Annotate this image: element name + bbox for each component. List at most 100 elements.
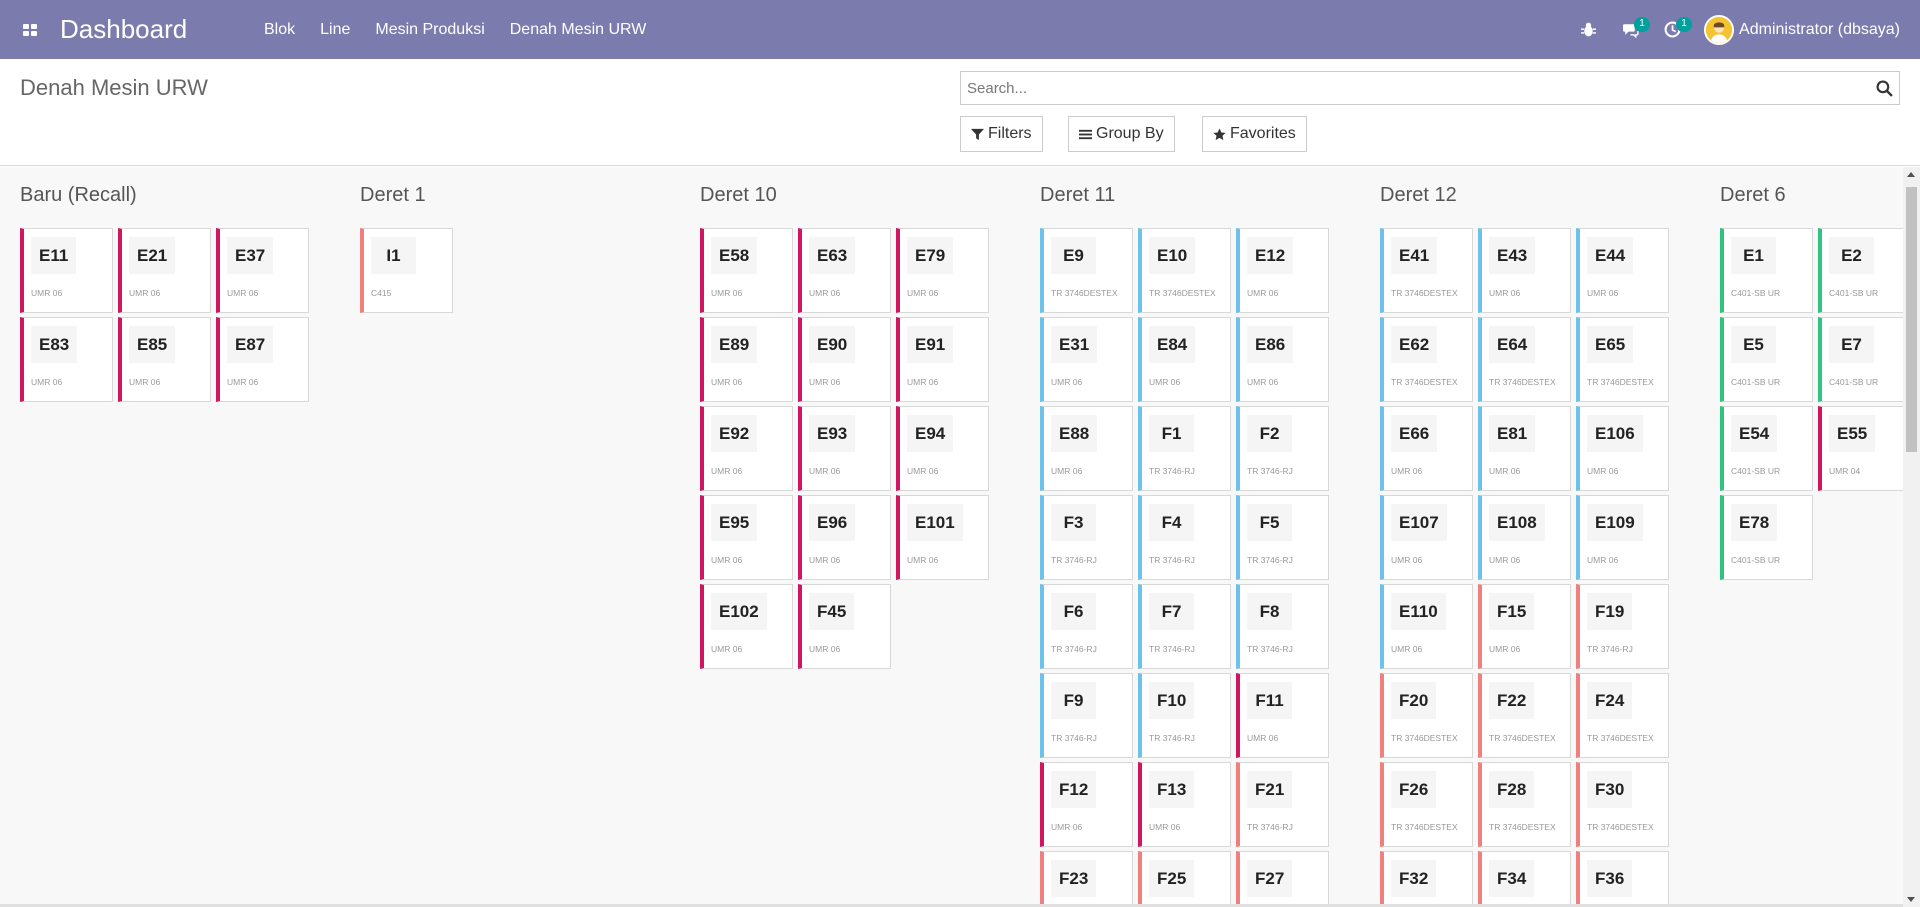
- machine-card[interactable]: E64 TR 3746DESTEX: [1478, 317, 1571, 402]
- machine-card[interactable]: E101 UMR 06: [896, 495, 989, 580]
- machine-card[interactable]: F19 TR 3746-RJ: [1576, 584, 1669, 669]
- scroll-up-arrow[interactable]: [1907, 172, 1915, 177]
- machine-card[interactable]: E44 UMR 06: [1576, 228, 1669, 313]
- machine-card[interactable]: F15 UMR 06: [1478, 584, 1571, 669]
- column-title[interactable]: Deret 10: [700, 184, 777, 207]
- group-by-button[interactable]: Group By: [1068, 116, 1175, 152]
- machine-card[interactable]: F32: [1380, 851, 1473, 907]
- page-title[interactable]: Denah Mesin URW: [20, 75, 208, 101]
- machine-card[interactable]: E43 UMR 06: [1478, 228, 1571, 313]
- machine-card[interactable]: E65 TR 3746DESTEX: [1576, 317, 1669, 402]
- machine-card[interactable]: I1 C415: [360, 228, 453, 313]
- machine-card[interactable]: E110 UMR 06: [1380, 584, 1473, 669]
- column-title[interactable]: Deret 1: [360, 184, 426, 207]
- machine-card[interactable]: F6 TR 3746-RJ: [1040, 584, 1133, 669]
- scroll-down-arrow[interactable]: [1907, 897, 1915, 902]
- machine-card[interactable]: E21 UMR 06: [118, 228, 211, 313]
- machine-card[interactable]: E63 UMR 06: [798, 228, 891, 313]
- machine-card[interactable]: E12 UMR 06: [1236, 228, 1329, 313]
- activities-clock-icon[interactable]: 1: [1654, 0, 1693, 59]
- machine-card[interactable]: E87 UMR 06: [216, 317, 309, 402]
- machine-card[interactable]: E83 UMR 06: [20, 317, 113, 402]
- machine-card[interactable]: E1 C401-SB UR: [1720, 228, 1813, 313]
- machine-card[interactable]: F21 TR 3746-RJ: [1236, 762, 1329, 847]
- search-icon[interactable]: [1876, 80, 1893, 97]
- machine-card[interactable]: F24 TR 3746DESTEX: [1576, 673, 1669, 758]
- machine-card[interactable]: E41 TR 3746DESTEX: [1380, 228, 1473, 313]
- column-title[interactable]: Deret 12: [1380, 184, 1457, 207]
- machine-card[interactable]: E109 UMR 06: [1576, 495, 1669, 580]
- machine-card[interactable]: E89 UMR 06: [700, 317, 793, 402]
- machine-card[interactable]: E62 TR 3746DESTEX: [1380, 317, 1473, 402]
- machine-card[interactable]: F10 TR 3746-RJ: [1138, 673, 1231, 758]
- machine-card[interactable]: F36: [1576, 851, 1669, 907]
- machine-card[interactable]: F12 UMR 06: [1040, 762, 1133, 847]
- search-input[interactable]: [961, 72, 1841, 104]
- machine-card[interactable]: E66 UMR 06: [1380, 406, 1473, 491]
- machine-card[interactable]: F22 TR 3746DESTEX: [1478, 673, 1571, 758]
- machine-card[interactable]: E54 C401-SB UR: [1720, 406, 1813, 491]
- machine-card[interactable]: E9 TR 3746DESTEX: [1040, 228, 1133, 313]
- machine-card[interactable]: F1 TR 3746-RJ: [1138, 406, 1231, 491]
- machine-card[interactable]: F5 TR 3746-RJ: [1236, 495, 1329, 580]
- filters-button[interactable]: Filters: [960, 116, 1043, 152]
- machine-card[interactable]: E58 UMR 06: [700, 228, 793, 313]
- machine-card[interactable]: F34: [1478, 851, 1571, 907]
- machine-card[interactable]: E91 UMR 06: [896, 317, 989, 402]
- machine-card[interactable]: F8 TR 3746-RJ: [1236, 584, 1329, 669]
- user-menu[interactable]: Administrator (dbsaya): [1704, 14, 1900, 45]
- machine-card[interactable]: F2 TR 3746-RJ: [1236, 406, 1329, 491]
- machine-card[interactable]: E81 UMR 06: [1478, 406, 1571, 491]
- column-title[interactable]: Baru (Recall): [20, 184, 137, 207]
- machine-card[interactable]: E5 C401-SB UR: [1720, 317, 1813, 402]
- machine-card[interactable]: E93 UMR 06: [798, 406, 891, 491]
- machine-card[interactable]: E2 C401-SB UR: [1818, 228, 1911, 313]
- machine-card[interactable]: F30 TR 3746DESTEX: [1576, 762, 1669, 847]
- menu-item-denah-mesin-urw[interactable]: Denah Mesin URW: [510, 21, 647, 39]
- machine-card[interactable]: F7 TR 3746-RJ: [1138, 584, 1231, 669]
- favorites-button[interactable]: Favorites: [1202, 116, 1307, 152]
- machine-card[interactable]: E88 UMR 06: [1040, 406, 1133, 491]
- bug-icon[interactable]: [1570, 0, 1606, 59]
- machine-card[interactable]: E7 C401-SB UR: [1818, 317, 1911, 402]
- menu-item-line[interactable]: Line: [320, 21, 350, 39]
- machine-card[interactable]: E10 TR 3746DESTEX: [1138, 228, 1231, 313]
- scroll-thumb[interactable]: [1906, 187, 1917, 452]
- machine-card[interactable]: E108 UMR 06: [1478, 495, 1571, 580]
- machine-card[interactable]: F3 TR 3746-RJ: [1040, 495, 1133, 580]
- machine-card[interactable]: F28 TR 3746DESTEX: [1478, 762, 1571, 847]
- machine-card[interactable]: E11 UMR 06: [20, 228, 113, 313]
- machine-card[interactable]: F27: [1236, 851, 1329, 907]
- machine-card[interactable]: F9 TR 3746-RJ: [1040, 673, 1133, 758]
- messages-icon[interactable]: 1: [1612, 0, 1651, 59]
- machine-card[interactable]: E107 UMR 06: [1380, 495, 1473, 580]
- machine-card[interactable]: E84 UMR 06: [1138, 317, 1231, 402]
- menu-item-mesin-produksi[interactable]: Mesin Produksi: [375, 21, 484, 39]
- machine-card[interactable]: E95 UMR 06: [700, 495, 793, 580]
- machine-card[interactable]: F26 TR 3746DESTEX: [1380, 762, 1473, 847]
- machine-card[interactable]: E79 UMR 06: [896, 228, 989, 313]
- machine-card[interactable]: E94 UMR 06: [896, 406, 989, 491]
- machine-card[interactable]: E55 UMR 04: [1818, 406, 1911, 491]
- machine-card[interactable]: F25: [1138, 851, 1231, 907]
- machine-card[interactable]: E85 UMR 06: [118, 317, 211, 402]
- machine-card[interactable]: E92 UMR 06: [700, 406, 793, 491]
- machine-card[interactable]: E102 UMR 06: [700, 584, 793, 669]
- column-title[interactable]: Deret 11: [1040, 184, 1115, 207]
- machine-card[interactable]: F4 TR 3746-RJ: [1138, 495, 1231, 580]
- machine-card[interactable]: F11 UMR 06: [1236, 673, 1329, 758]
- app-brand[interactable]: Dashboard: [60, 14, 264, 45]
- machine-card[interactable]: E31 UMR 06: [1040, 317, 1133, 402]
- machine-card[interactable]: F13 UMR 06: [1138, 762, 1231, 847]
- menu-item-blok[interactable]: Blok: [264, 21, 295, 39]
- machine-card[interactable]: F45 UMR 06: [798, 584, 891, 669]
- machine-card[interactable]: E90 UMR 06: [798, 317, 891, 402]
- machine-card[interactable]: E106 UMR 06: [1576, 406, 1669, 491]
- vertical-scrollbar[interactable]: [1903, 167, 1920, 907]
- machine-card[interactable]: E37 UMR 06: [216, 228, 309, 313]
- apps-menu-icon[interactable]: [0, 0, 60, 59]
- column-title[interactable]: Deret 6: [1720, 184, 1786, 207]
- machine-card[interactable]: E86 UMR 06: [1236, 317, 1329, 402]
- machine-card[interactable]: F20 TR 3746DESTEX: [1380, 673, 1473, 758]
- machine-card[interactable]: E78 C401-SB UR: [1720, 495, 1813, 580]
